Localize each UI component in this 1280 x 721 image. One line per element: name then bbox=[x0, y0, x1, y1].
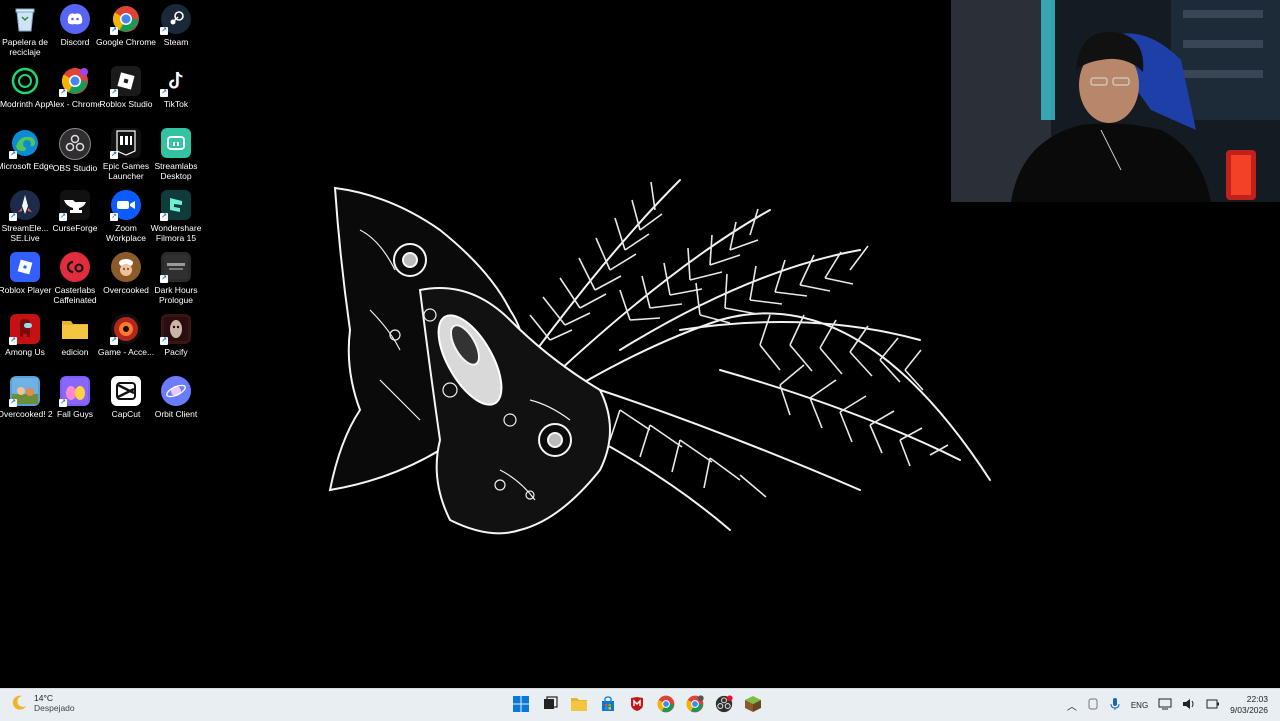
microphone-icon[interactable] bbox=[1109, 697, 1121, 713]
desktop-icon-edge[interactable]: ↗ Microsoft Edge bbox=[0, 128, 53, 188]
zoom-icon: ↗ bbox=[110, 190, 141, 221]
desktop-icon-obs[interactable]: OBS Studio bbox=[50, 128, 100, 188]
desktop-icon-dark-hours[interactable]: ↗ Dark Hours Prologue bbox=[151, 252, 201, 312]
system-tray: ︿ ENG 22:03 9/03/2026 bbox=[1067, 689, 1280, 721]
streamlabs-icon bbox=[161, 128, 191, 158]
webcam-feed-image bbox=[951, 0, 1280, 202]
windows-start-icon[interactable] bbox=[510, 693, 532, 715]
minecraft-icon[interactable] bbox=[742, 693, 764, 715]
wallpaper-moth-fern-art bbox=[328, 179, 991, 535]
steam-icon: ↗ bbox=[160, 4, 191, 35]
discord-icon bbox=[60, 4, 90, 34]
display-icon[interactable] bbox=[1158, 698, 1172, 712]
desktop-icon-discord[interactable]: Discord bbox=[50, 4, 100, 64]
desktop-icon-capcut[interactable]: CapCut bbox=[101, 376, 151, 436]
desktop-icon-streamelements[interactable]: ↗ StreamEle... SE.Live bbox=[0, 190, 50, 250]
obs-icon bbox=[59, 128, 91, 160]
recycle-bin-icon bbox=[10, 4, 40, 34]
desktop-icon-label: Steam bbox=[163, 37, 189, 47]
overcooked-icon bbox=[111, 252, 141, 282]
folder-icon bbox=[60, 314, 90, 344]
desktop-icon-overcooked2[interactable]: ↗ Overcooked! 2 bbox=[0, 376, 53, 436]
desktop-icon-streamlabs[interactable]: Streamlabs Desktop bbox=[151, 128, 201, 188]
chevron-up-icon[interactable]: ︿ bbox=[1067, 698, 1077, 713]
desktop-icon-roblox-player[interactable]: Roblox Player bbox=[0, 252, 51, 312]
chrome-icon: ↗ bbox=[110, 4, 141, 35]
taskbar: 14°C Despejado ︿ ENG 22:03 9/03/2026 bbox=[0, 688, 1280, 721]
desktop-icon-fall-guys[interactable]: ↗ Fall Guys bbox=[50, 376, 100, 436]
desktop-icon-game-accelerator[interactable]: ↗ Game - Acce... bbox=[98, 314, 154, 374]
desktop-icon-label: Dark Hours Prologue bbox=[154, 285, 198, 305]
obs-icon[interactable] bbox=[713, 693, 735, 715]
among-us-icon: ↗ bbox=[9, 314, 40, 345]
desktop-icon-roblox-studio[interactable]: ↗ Roblox Studio bbox=[100, 66, 152, 126]
desktop-icon-zoom[interactable]: ↗ Zoom Workplace bbox=[101, 190, 151, 250]
desktop-icon-overcooked[interactable]: Overcooked bbox=[101, 252, 151, 312]
file-explorer-icon[interactable] bbox=[568, 693, 590, 715]
desktop-icon-steam[interactable]: ↗ Steam bbox=[151, 4, 201, 64]
edge-icon: ↗ bbox=[9, 128, 40, 159]
weather-description: Despejado bbox=[34, 703, 75, 713]
moon-icon bbox=[12, 695, 26, 710]
battery-icon[interactable] bbox=[1206, 699, 1220, 711]
task-view-icon[interactable] bbox=[539, 693, 561, 715]
desktop-icon-folder-edicion[interactable]: edicion bbox=[50, 314, 100, 374]
tiktok-icon: ↗ bbox=[160, 66, 191, 97]
desktop-icon-modrinth[interactable]: Modrinth App bbox=[0, 66, 50, 126]
overcooked2-icon: ↗ bbox=[9, 376, 40, 407]
desktop-icon-label: Pacify bbox=[164, 347, 188, 357]
desktop-icon-label: TikTok bbox=[163, 99, 189, 109]
clock-time: 22:03 bbox=[1246, 694, 1268, 704]
desktop-icon-label: Wondershare Filmora 15 bbox=[150, 223, 202, 243]
desktop-icon-google-chrome[interactable]: ↗ Google Chrome bbox=[96, 4, 156, 64]
desktop-icon-label: Orbit Client bbox=[154, 409, 198, 419]
orbit-client-icon bbox=[161, 376, 191, 406]
casterlabs-icon bbox=[60, 252, 90, 282]
streamelements-icon: ↗ bbox=[9, 190, 40, 221]
dark-hours-icon: ↗ bbox=[160, 252, 191, 283]
microsoft-store-icon[interactable] bbox=[597, 693, 619, 715]
chrome-profile-icon[interactable] bbox=[684, 693, 706, 715]
desktop-icon-among-us[interactable]: ↗ Among Us bbox=[0, 314, 50, 374]
game-accelerator-icon: ↗ bbox=[110, 314, 141, 345]
desktop-icon-curseforge[interactable]: ↗ CurseForge bbox=[50, 190, 100, 250]
weather-temperature: 14°C bbox=[34, 693, 53, 703]
desktop-icon-pacify[interactable]: ↗ Pacify bbox=[151, 314, 201, 374]
desktop-icon-recycle-bin[interactable]: Papelera de reciclaje bbox=[0, 4, 50, 64]
desktop-icon-tiktok[interactable]: ↗ TikTok bbox=[151, 66, 201, 126]
epic-games-icon: ↗ bbox=[110, 128, 141, 159]
chrome-icon[interactable] bbox=[655, 693, 677, 715]
taskbar-apps bbox=[510, 693, 764, 715]
modrinth-icon bbox=[10, 66, 40, 96]
desktop-icon-filmora[interactable]: ↗ Wondershare Filmora 15 bbox=[151, 190, 201, 250]
desktop: Papelera de reciclaje Discord ↗ Google C… bbox=[0, 0, 1280, 688]
desktop-icon-epic-games[interactable]: ↗ Epic Games Launcher bbox=[101, 128, 151, 188]
volume-icon[interactable] bbox=[1182, 698, 1196, 712]
mcafee-icon[interactable] bbox=[626, 693, 648, 715]
webcam-overlay bbox=[951, 0, 1280, 202]
roblox-player-icon bbox=[10, 252, 40, 282]
desktop-icon-alex-chrome[interactable]: ↗ Alex - Chrome bbox=[48, 66, 102, 126]
desktop-icon-label: Streamlabs Desktop bbox=[154, 161, 198, 181]
filmora-icon: ↗ bbox=[160, 190, 191, 221]
fall-guys-icon: ↗ bbox=[59, 376, 90, 407]
capcut-icon bbox=[111, 376, 141, 406]
pacify-icon: ↗ bbox=[160, 314, 191, 345]
weather-widget[interactable]: 14°C Despejado bbox=[10, 693, 75, 713]
chrome-profile-icon: ↗ bbox=[59, 66, 90, 97]
language-indicator[interactable]: ENG bbox=[1131, 701, 1148, 710]
security-tray-icon[interactable] bbox=[1087, 698, 1099, 712]
roblox-studio-icon: ↗ bbox=[110, 66, 141, 97]
curseforge-icon: ↗ bbox=[59, 190, 90, 221]
clock[interactable]: 22:03 9/03/2026 bbox=[1230, 694, 1268, 716]
desktop-icon-orbit-client[interactable]: Orbit Client bbox=[151, 376, 201, 436]
desktop-icon-casterlabs[interactable]: Casterlabs Caffeinated bbox=[50, 252, 100, 312]
clock-date: 9/03/2026 bbox=[1230, 705, 1268, 715]
